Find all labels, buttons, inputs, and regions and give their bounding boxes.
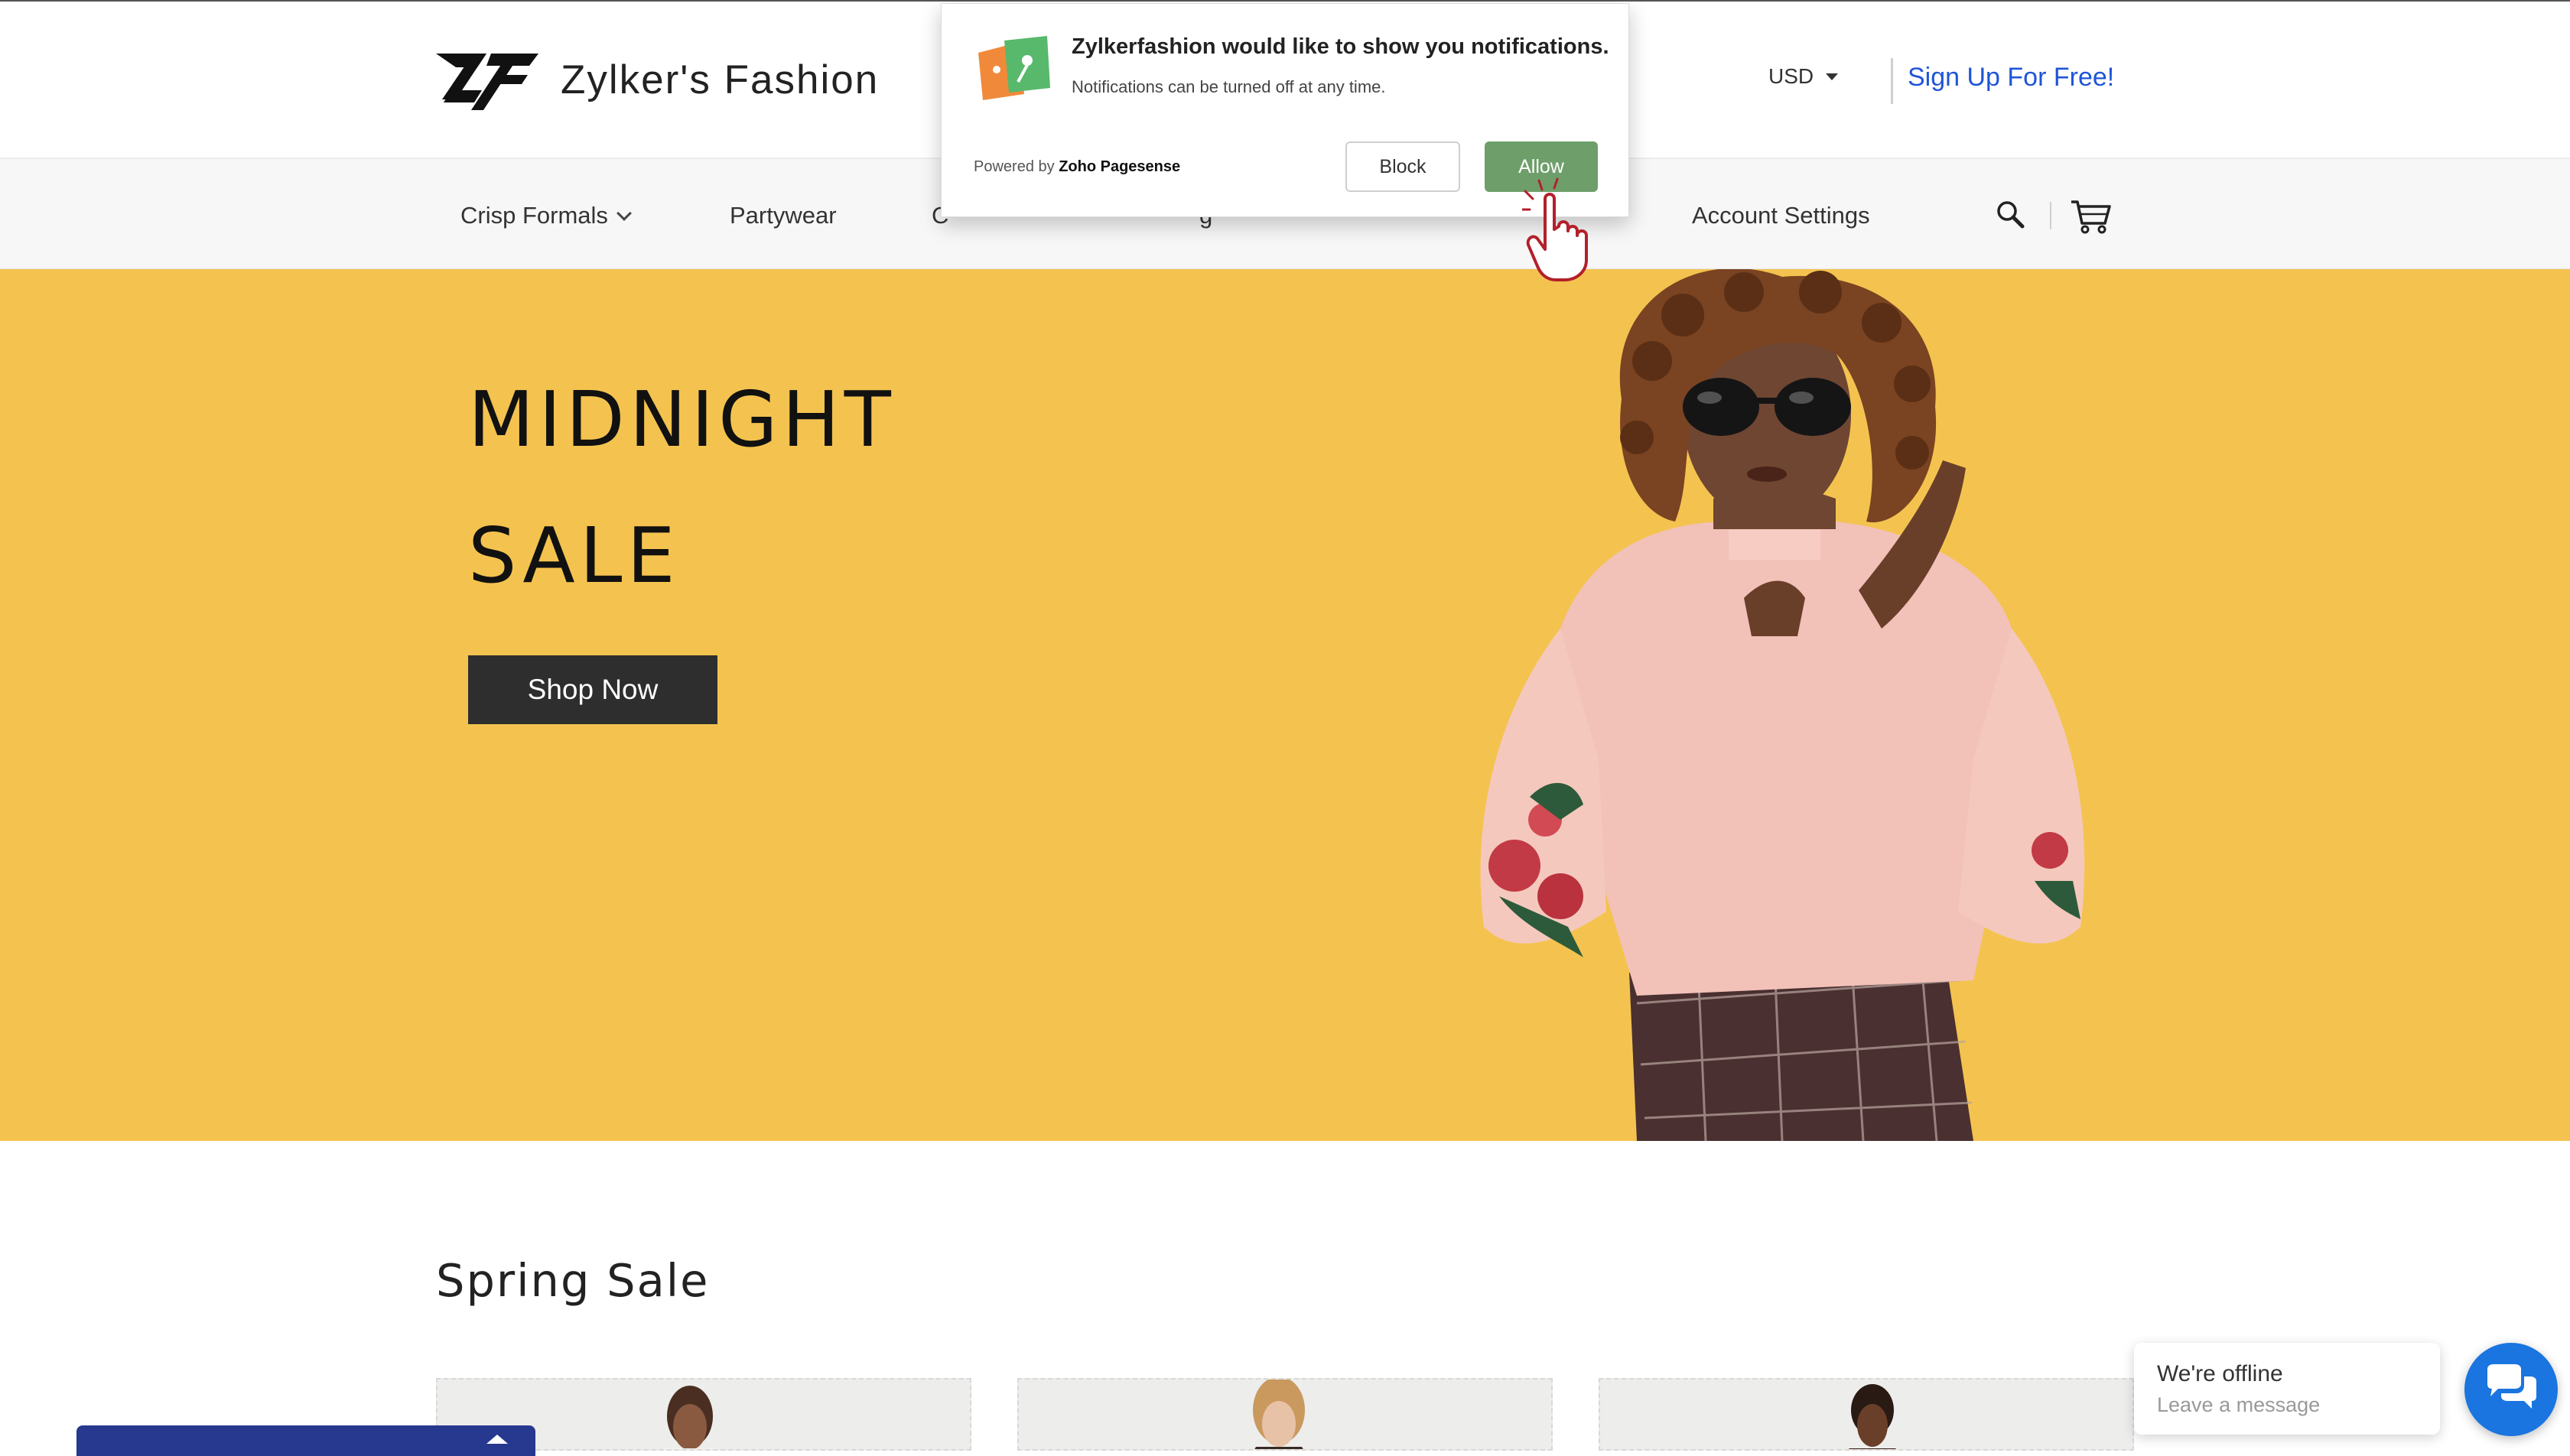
chat-offline-box[interactable]: We're offline Leave a message [2134, 1343, 2440, 1435]
nav-item-label: Account Settings [1692, 202, 1870, 229]
caret-up-icon[interactable] [486, 1435, 508, 1444]
nav-item-partywear[interactable]: Partywear [730, 202, 837, 229]
nav-item-crisp-formals[interactable]: Crisp Formals [460, 202, 632, 229]
hero-title-line-2: SALE [468, 511, 680, 600]
chat-bubbles-icon [2487, 1364, 2536, 1409]
powered-by-brand[interactable]: Zoho Pagesense [1059, 158, 1180, 175]
currency-selector[interactable]: USD [1768, 64, 1839, 89]
powered-by-prefix: Powered by [974, 158, 1055, 175]
product-image [1848, 1384, 1897, 1449]
hero-banner: MIDNIGHT SALE Shop Now [0, 269, 2570, 1141]
nav-item-account-settings[interactable]: Account Settings [1692, 202, 1870, 229]
hero-title-line-1: MIDNIGHT [468, 375, 896, 464]
notification-icon [978, 36, 1050, 100]
chat-status: We're offline [2157, 1361, 2283, 1386]
brand-logo-icon[interactable] [433, 49, 540, 113]
header-divider [1891, 58, 1893, 104]
hero-model-image [1480, 269, 2085, 1141]
cart-icon[interactable] [2070, 197, 2113, 236]
search-icon[interactable] [1995, 199, 2028, 232]
notification-subtitle: Notifications can be turned off at any t… [1072, 77, 1386, 96]
nav-item-label: Crisp Formals [460, 202, 608, 229]
section-title: Spring Sale [436, 1254, 710, 1307]
product-card[interactable] [1599, 1378, 2134, 1451]
hand-cursor-icon [1522, 177, 1588, 281]
currency-label: USD [1768, 64, 1814, 88]
shop-now-button[interactable]: Shop Now [468, 655, 717, 724]
notification-title: Zylkerfashion would like to show you not… [1072, 34, 1609, 59]
collapsed-panel-bar[interactable] [76, 1425, 535, 1456]
chat-prompt: Leave a message [2157, 1393, 2321, 1416]
product-image [1253, 1380, 1305, 1449]
powered-by-text: Powered by Zoho Pagesense [974, 158, 1180, 176]
nav-divider [2050, 202, 2051, 229]
signup-link[interactable]: Sign Up For Free! [1908, 63, 2114, 93]
caret-down-icon [1826, 73, 1839, 80]
chat-launcher-button[interactable] [2464, 1343, 2558, 1436]
chevron-down-icon [616, 206, 632, 221]
block-button[interactable]: Block [1345, 141, 1460, 192]
nav-item-label: Partywear [730, 202, 837, 229]
product-card[interactable] [1017, 1378, 1553, 1451]
brand-name[interactable]: Zylker's Fashion [561, 57, 879, 103]
